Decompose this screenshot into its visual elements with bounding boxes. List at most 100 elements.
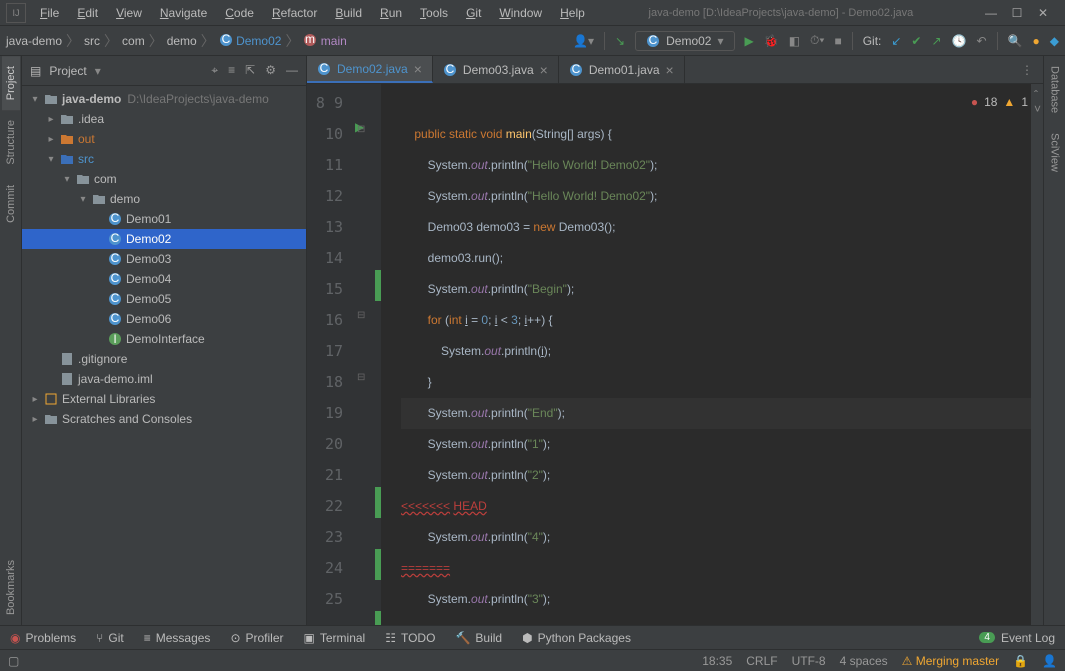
tool-terminal[interactable]: ▣Terminal <box>304 631 366 645</box>
tool-python[interactable]: ⬢Python Packages <box>522 631 631 645</box>
tree-class-demo03[interactable]: CDemo03 <box>22 249 306 269</box>
git-push-icon[interactable]: ↗ <box>931 34 941 48</box>
tree-scratches[interactable]: ▸Scratches and Consoles <box>22 409 306 429</box>
close-icon[interactable]: ✕ <box>1035 6 1051 20</box>
minimize-icon[interactable]: — <box>983 6 999 20</box>
error-count-icon[interactable]: ● <box>971 95 978 109</box>
tree-out[interactable]: ▸out <box>22 129 306 149</box>
tool-messages[interactable]: ≡Messages <box>144 631 211 645</box>
tool-windows-icon[interactable]: ▢ <box>8 654 19 668</box>
tree-class-demo05[interactable]: CDemo05 <box>22 289 306 309</box>
git-merge-status[interactable]: ⚠ Merging master <box>902 654 999 668</box>
tree-class-demo02[interactable]: CDemo02 <box>22 229 306 249</box>
rail-tab-structure[interactable]: Structure <box>2 110 20 175</box>
line-number-gutter[interactable]: 8 9 10 11 12 13 14 15 16 17 18 19 20 21 … <box>307 84 351 625</box>
code-editor[interactable]: public static void main(String[] args) {… <box>381 84 1031 625</box>
file-encoding[interactable]: UTF-8 <box>792 654 826 668</box>
debug-icon[interactable]: 🐞 <box>764 34 779 48</box>
git-update-icon[interactable]: ↙ <box>891 34 901 48</box>
tool-todo[interactable]: ☷TODO <box>385 631 435 645</box>
tree-com[interactable]: ▾com <box>22 169 306 189</box>
warning-count-icon[interactable]: ▲ <box>1003 95 1015 109</box>
rail-tab-database[interactable]: Database <box>1046 56 1064 123</box>
run-config-selector[interactable]: C Demo02▾ <box>635 31 734 51</box>
menu-code[interactable]: Code <box>217 3 262 23</box>
menu-file[interactable]: File <box>32 3 67 23</box>
fold-icon[interactable]: ⊟ <box>357 310 365 321</box>
breadcrumb[interactable]: java-demo〉src〉com〉demo〉C Demo02〉m main <box>6 31 347 51</box>
tree-class-demo06[interactable]: CDemo06 <box>22 309 306 329</box>
tool-event-log[interactable]: Event Log <box>1001 631 1055 645</box>
menu-view[interactable]: View <box>108 3 150 23</box>
rail-tab-bookmarks[interactable]: Bookmarks <box>2 550 20 625</box>
expand-all-icon[interactable]: ≡ <box>228 63 235 78</box>
tab-close-icon[interactable]: × <box>666 62 674 78</box>
error-stripe[interactable]: ●18 ▲1 ˆ ˅ <box>1031 84 1043 625</box>
maximize-icon[interactable]: ☐ <box>1009 6 1025 20</box>
search-everywhere-icon[interactable]: 🔍 <box>1008 34 1023 48</box>
crumb-main[interactable]: m main <box>303 33 346 48</box>
editor-tab-demo03-java[interactable]: CDemo03.java× <box>433 56 559 83</box>
project-tree[interactable]: ▾java-demoD:\IdeaProjects\java-demo▸.ide… <box>22 86 306 625</box>
menu-navigate[interactable]: Navigate <box>152 3 215 23</box>
tree-class-demo04[interactable]: CDemo04 <box>22 269 306 289</box>
indent-info[interactable]: 4 spaces <box>840 654 888 668</box>
rail-tab-commit[interactable]: Commit <box>2 175 20 233</box>
menu-git[interactable]: Git <box>458 3 489 23</box>
menu-run[interactable]: Run <box>372 3 410 23</box>
collapse-all-icon[interactable]: ⇱ <box>245 63 255 78</box>
editor-tab-demo01-java[interactable]: CDemo01.java× <box>559 56 685 83</box>
git-history-icon[interactable]: 🕓 <box>952 34 967 48</box>
crumb-src[interactable]: src <box>84 34 100 48</box>
menu-help[interactable]: Help <box>552 3 593 23</box>
menu-build[interactable]: Build <box>327 3 370 23</box>
menu-edit[interactable]: Edit <box>69 3 106 23</box>
ide-status-icon[interactable]: 👤 <box>1042 654 1057 668</box>
tree-demo[interactable]: ▾demo <box>22 189 306 209</box>
rail-tab-sciview[interactable]: SciView <box>1046 123 1064 182</box>
lock-icon[interactable]: 🔒 <box>1013 654 1028 668</box>
tool-git[interactable]: ⑂Git <box>96 631 124 645</box>
ide-settings-icon[interactable]: ● <box>1033 34 1040 48</box>
line-separator[interactable]: CRLF <box>746 654 777 668</box>
tree-class-demo01[interactable]: CDemo01 <box>22 209 306 229</box>
sidebar-title[interactable]: Project <box>49 64 86 78</box>
editor-tab-demo02-java[interactable]: CDemo02.java× <box>307 56 433 83</box>
tree-iml[interactable]: java-demo.iml <box>22 369 306 389</box>
tree-src[interactable]: ▾src <box>22 149 306 169</box>
tree-idea[interactable]: ▸.idea <box>22 109 306 129</box>
tree-external-libraries[interactable]: ▸External Libraries <box>22 389 306 409</box>
hide-sidebar-icon[interactable]: — <box>286 63 298 78</box>
settings-gear-icon[interactable]: ⚙ <box>265 63 276 78</box>
code-with-me-icon[interactable]: ◆ <box>1050 34 1059 48</box>
menu-refactor[interactable]: Refactor <box>264 3 325 23</box>
fold-icon[interactable]: ⊟ <box>357 372 365 383</box>
menu-tools[interactable]: Tools <box>412 3 456 23</box>
crumb-demo[interactable]: demo <box>167 34 197 48</box>
git-commit-icon[interactable]: ✔ <box>911 34 921 48</box>
rail-tab-project[interactable]: Project <box>2 56 20 110</box>
git-rollback-icon[interactable]: ↶ <box>977 34 987 48</box>
gutter-icons[interactable]: ▶⊟⊟⊟ <box>351 84 375 625</box>
run-icon[interactable]: ▶ <box>745 34 754 48</box>
tab-more-icon[interactable]: ⋮ <box>1011 63 1043 77</box>
tab-close-icon[interactable]: × <box>414 61 422 77</box>
tool-profiler[interactable]: ⊙Profiler <box>230 631 283 645</box>
tree-gitignore[interactable]: .gitignore <box>22 349 306 369</box>
back-arrow-icon[interactable]: ↘ <box>615 34 625 48</box>
crumb-demo02[interactable]: C Demo02 <box>219 33 282 48</box>
menu-window[interactable]: Window <box>491 3 550 23</box>
crumb-com[interactable]: com <box>122 34 145 48</box>
crumb-java-demo[interactable]: java-demo <box>6 34 62 48</box>
tab-close-icon[interactable]: × <box>540 62 548 78</box>
profile-icon[interactable]: ⏱▾ <box>810 33 824 48</box>
coverage-icon[interactable]: ◧ <box>789 34 800 48</box>
stop-icon[interactable]: ■ <box>834 34 841 48</box>
tool-build[interactable]: 🔨Build <box>455 631 502 645</box>
user-icon[interactable]: 👤▾ <box>573 34 594 48</box>
tree-root[interactable]: ▾java-demoD:\IdeaProjects\java-demo <box>22 89 306 109</box>
select-open-file-icon[interactable]: ⌖ <box>211 63 218 78</box>
fold-icon[interactable]: ⊟ <box>357 124 365 135</box>
tree-class-demointerface[interactable]: IDemoInterface <box>22 329 306 349</box>
caret-position[interactable]: 18:35 <box>702 654 732 668</box>
